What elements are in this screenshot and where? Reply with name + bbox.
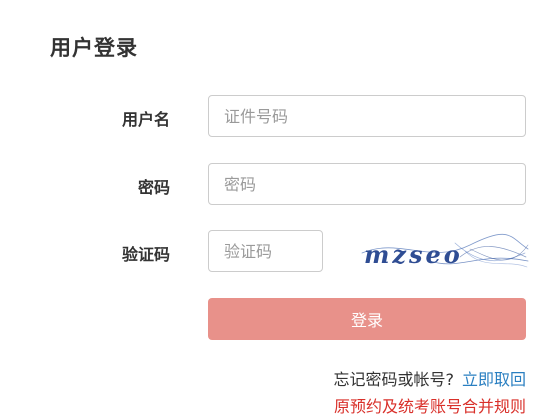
merge-rules-link[interactable]: 原预约及统考账号合并规则 xyxy=(334,393,526,417)
captcha-image[interactable]: mzseo xyxy=(360,231,530,275)
login-button[interactable]: 登录 xyxy=(208,298,526,340)
captcha-text: mzseo xyxy=(364,240,463,269)
forgot-text: 忘记密码或帐号? xyxy=(333,370,454,389)
username-label: 用户名 xyxy=(121,110,170,129)
captcha-input[interactable] xyxy=(208,230,323,272)
login-page: 用户登录 用户名 密码 验证码 mzseo 登录 忘记密码或帐号? 立即取回 原预… xyxy=(0,0,555,418)
recover-link[interactable]: 立即取回 xyxy=(462,370,526,389)
forgot-row: 忘记密码或帐号? 立即取回 xyxy=(333,366,526,390)
password-input[interactable] xyxy=(208,163,526,205)
captcha-label: 验证码 xyxy=(121,245,170,264)
password-label: 密码 xyxy=(137,178,170,197)
username-input[interactable] xyxy=(208,95,526,137)
page-title: 用户登录 xyxy=(50,36,138,60)
